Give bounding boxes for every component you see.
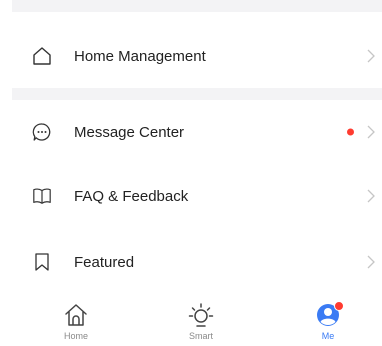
tab-home[interactable]: Home [46,300,106,346]
chevron-right-icon [367,49,375,63]
sun-icon [188,303,214,327]
menu-item-home-management[interactable]: Home Management [12,24,382,88]
section-separator [12,88,382,100]
unread-dot [347,128,354,136]
tab-me[interactable]: Me [298,300,358,346]
tab-label: Home [63,331,88,341]
open-book-icon [33,188,51,204]
house-icon [65,304,87,326]
menu-item-label: Home Management [74,47,206,65]
tab-label: Smart [188,331,213,341]
chat-bubble-icon [32,123,51,141]
house-outline-icon [33,47,51,65]
menu-item-label: Featured [74,253,135,271]
chevron-right-icon [367,125,375,139]
bookmark-icon [35,253,49,271]
menu-item-faq-feedback[interactable]: FAQ & Feedback [12,164,382,228]
menu-item-label: FAQ & Feedback [74,187,189,205]
bottom-tab-bar: Home Smart Me [0,296,382,346]
notification-badge [334,301,344,311]
menu-item-message-center[interactable]: Message Center [12,100,382,164]
menu-item-label: Message Center [74,123,185,141]
menu-item-featured[interactable]: Featured [12,230,382,294]
chevron-right-icon [367,189,375,203]
section-separator-top [12,0,382,12]
chevron-right-icon [367,255,375,269]
tab-smart[interactable]: Smart [171,300,231,346]
tab-label: Me [321,331,335,341]
